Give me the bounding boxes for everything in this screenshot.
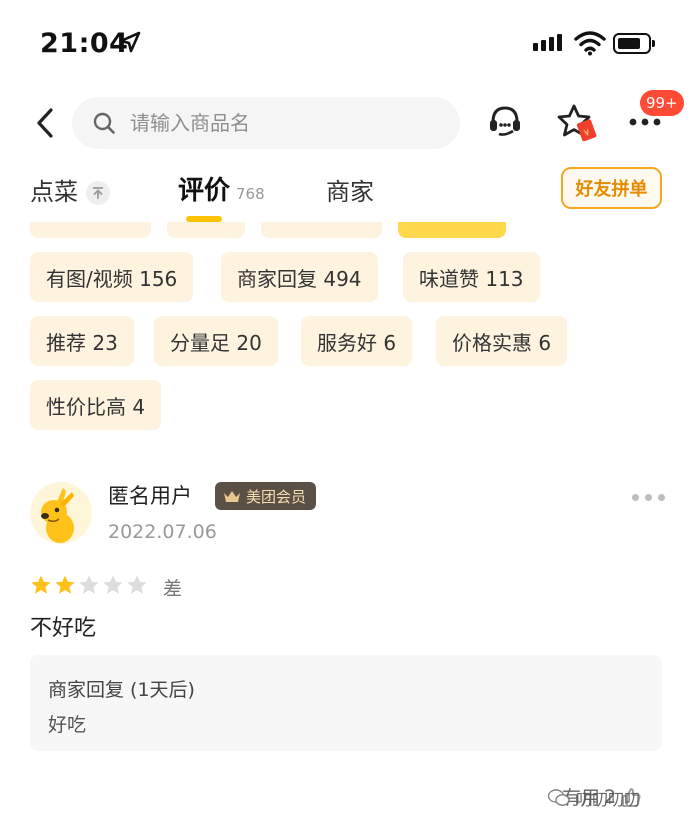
chevron-left-icon bbox=[37, 108, 53, 138]
cellular-signal-icon bbox=[533, 34, 562, 51]
battery-icon bbox=[613, 33, 655, 54]
review-more-button[interactable] bbox=[632, 494, 665, 501]
avatar[interactable] bbox=[30, 482, 92, 544]
kangaroo-mascot-icon bbox=[41, 488, 74, 543]
tag-chip-partial[interactable] bbox=[261, 222, 382, 238]
tab-merchant-label: 商家 bbox=[326, 178, 374, 206]
customer-service-icon[interactable] bbox=[487, 103, 523, 139]
tag-chip-partial[interactable] bbox=[167, 222, 245, 238]
search-icon bbox=[93, 112, 115, 134]
member-badge: 美团会员 bbox=[215, 482, 317, 510]
tag-chip[interactable]: 推荐 23 bbox=[30, 316, 134, 366]
search-input[interactable] bbox=[130, 111, 410, 135]
search-bar[interactable] bbox=[72, 97, 460, 149]
review-username: 匿名用户 bbox=[108, 484, 192, 508]
scrolled-tag-row bbox=[0, 222, 690, 238]
watermark-text: 叨叨叨叨 bbox=[576, 790, 641, 809]
wechat-icon bbox=[548, 789, 570, 806]
watermark: 叨叨叨叨 bbox=[548, 786, 640, 810]
tab-reviews-count: 768 bbox=[236, 185, 265, 203]
crown-icon bbox=[224, 491, 240, 502]
tab-merchant[interactable]: 商家 bbox=[326, 172, 374, 207]
status-bar: 21:04 bbox=[0, 0, 690, 90]
merchant-reply-title: 商家回复 (1天后) bbox=[48, 679, 195, 701]
group-buy-button[interactable]: 好友拼单 bbox=[561, 167, 662, 209]
tab-order[interactable]: 点菜 bbox=[30, 172, 110, 207]
star-filled-icon bbox=[55, 575, 75, 594]
status-time: 21:04 bbox=[40, 28, 129, 59]
review-date: 2022.07.06 bbox=[108, 521, 217, 543]
tab-reviews[interactable]: 评价 768 bbox=[178, 170, 265, 207]
merchant-reply-text: 好吃 bbox=[48, 714, 87, 736]
merchant-reply: 商家回复 (1天后) 好吃 bbox=[30, 655, 662, 751]
pin-top-icon bbox=[86, 181, 110, 205]
tag-chip[interactable]: 味道赞 113 bbox=[403, 252, 540, 302]
star-empty-icon bbox=[103, 575, 123, 594]
tag-chip-partial[interactable] bbox=[30, 222, 151, 238]
star-empty-icon bbox=[127, 575, 147, 594]
star-empty-icon bbox=[79, 575, 99, 594]
back-button[interactable] bbox=[28, 104, 62, 142]
rating-label: 差 bbox=[163, 578, 183, 600]
tag-chip-partial-selected[interactable] bbox=[398, 222, 506, 238]
tab-reviews-label: 评价 bbox=[178, 176, 231, 206]
tab-order-label: 点菜 bbox=[30, 178, 78, 206]
tag-chip[interactable]: 分量足 20 bbox=[154, 316, 278, 366]
tag-chip[interactable]: 商家回复 494 bbox=[221, 252, 378, 302]
wifi-icon bbox=[574, 31, 606, 56]
tag-chip[interactable]: 性价比高 4 bbox=[30, 380, 162, 430]
notification-badge: 99+ bbox=[640, 90, 684, 116]
tag-chip[interactable]: 服务好 6 bbox=[301, 316, 413, 366]
star-filled-icon bbox=[31, 575, 51, 594]
star-rating bbox=[30, 574, 148, 596]
member-badge-label: 美团会员 bbox=[246, 487, 307, 506]
star-redpacket-icon[interactable]: ¥ bbox=[555, 103, 601, 147]
tag-chip[interactable]: 价格实惠 6 bbox=[436, 316, 568, 366]
location-arrow-icon bbox=[119, 31, 141, 53]
review-text: 不好吃 bbox=[30, 616, 97, 641]
tag-chip[interactable]: 有图/视频 156 bbox=[30, 252, 194, 302]
